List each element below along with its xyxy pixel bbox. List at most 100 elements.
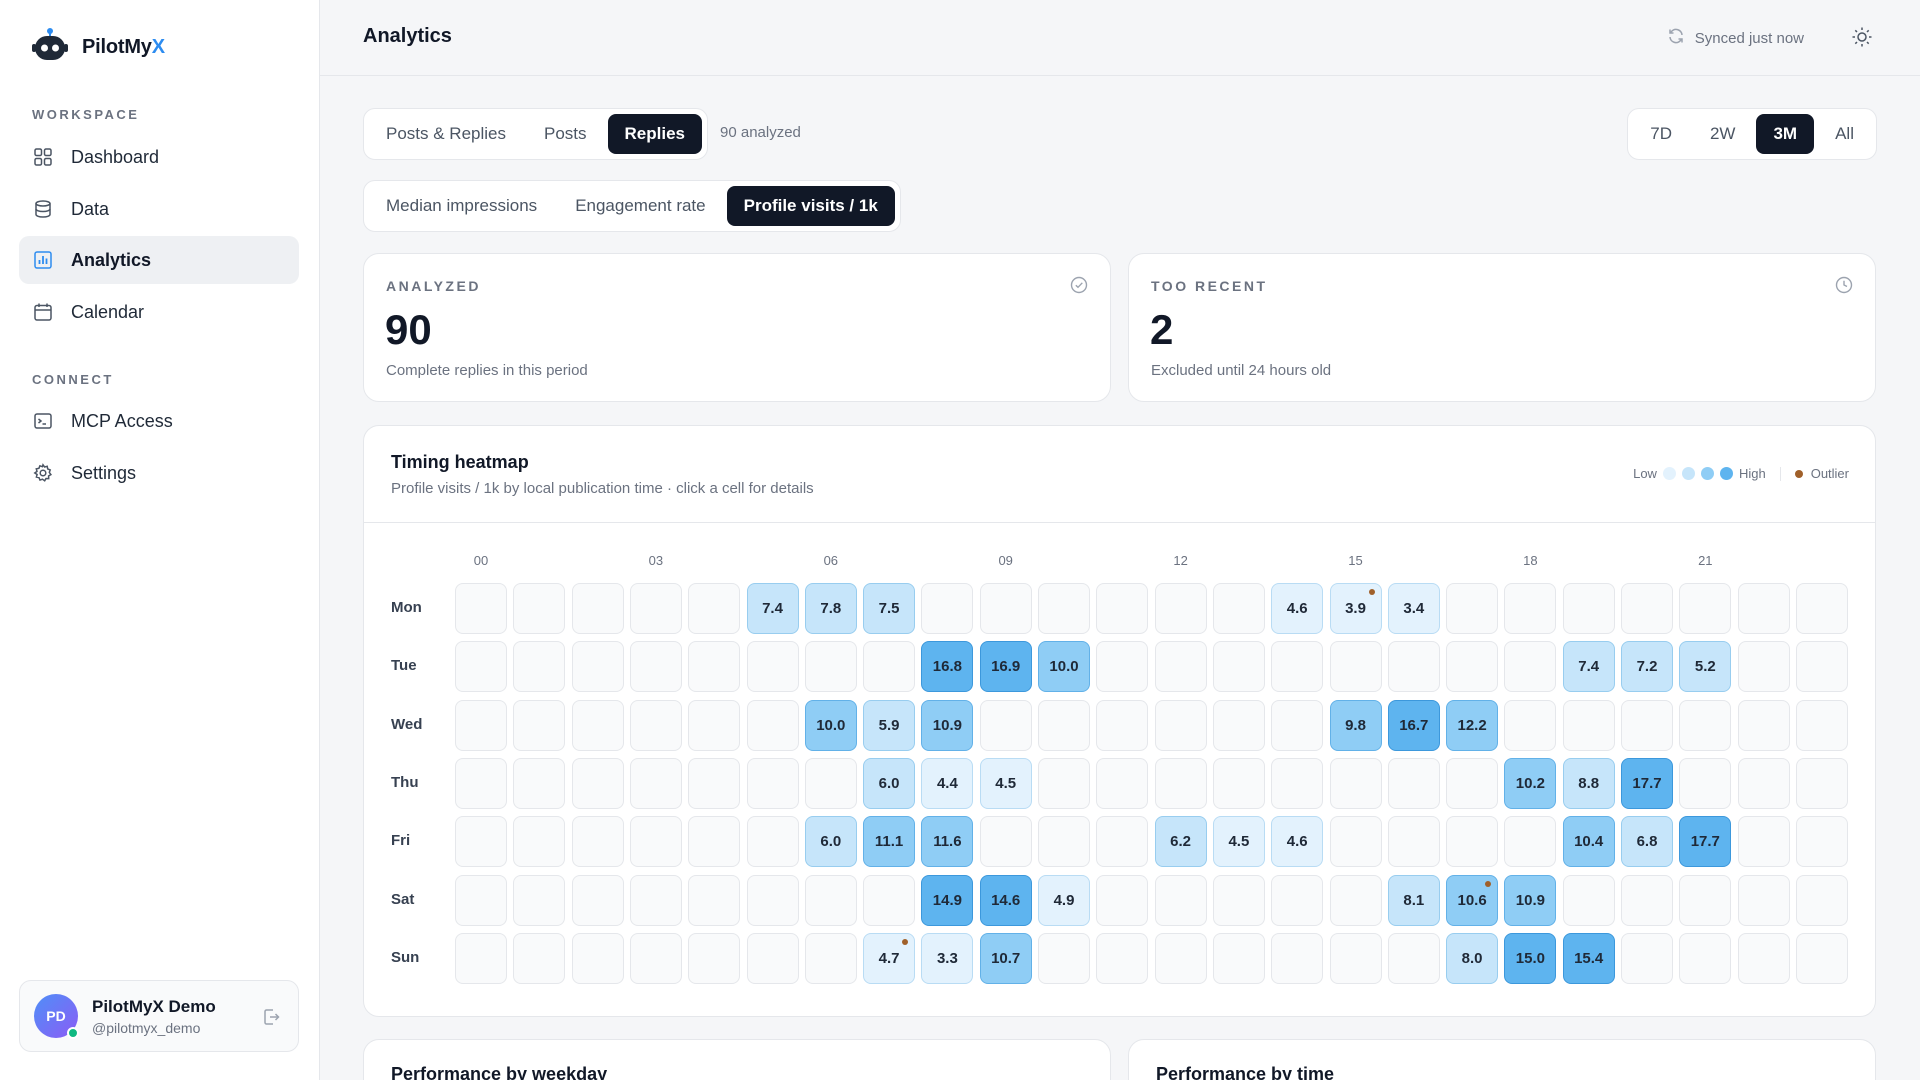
heatmap-cell[interactable] [1795,757,1848,809]
heatmap-cell[interactable] [1504,699,1557,751]
heatmap-cell[interactable] [863,874,916,926]
heatmap-cell[interactable]: 10.7 [979,932,1032,984]
heatmap-cell[interactable]: 12.2 [1446,699,1499,751]
heatmap-cell[interactable] [513,641,566,693]
logout-icon[interactable] [262,1007,282,1032]
heatmap-cell[interactable] [1212,699,1265,751]
heatmap-cell[interactable] [804,757,857,809]
heatmap-cell[interactable] [1621,583,1673,634]
heatmap-cell[interactable]: 10.0 [804,699,857,751]
heatmap-cell[interactable] [1737,816,1790,868]
heatmap-cell[interactable] [455,699,507,751]
heatmap-cell[interactable] [979,816,1032,868]
heatmap-cell[interactable]: 17.7 [1621,757,1673,809]
heatmap-cell[interactable] [1621,874,1673,926]
heatmap-cell[interactable] [804,932,857,984]
heatmap-cell[interactable] [1154,874,1207,926]
heatmap-cell[interactable] [688,757,741,809]
metric-median-impressions[interactable]: Median impressions [369,186,554,226]
heatmap-cell[interactable] [629,816,682,868]
sidebar-item-settings[interactable]: Settings [19,449,299,497]
sidebar-item-calendar[interactable]: Calendar [19,288,299,336]
heatmap-cell[interactable] [1621,932,1673,984]
heatmap-cell[interactable] [455,641,507,693]
heatmap-cell[interactable] [455,932,507,984]
heatmap-cell[interactable] [1679,874,1732,926]
heatmap-cell[interactable] [513,583,566,634]
heatmap-cell[interactable] [1795,932,1848,984]
heatmap-cell[interactable] [1329,641,1382,693]
range-all[interactable]: All [1818,114,1871,154]
heatmap-cell[interactable] [455,816,507,868]
heatmap-cell[interactable]: 11.1 [863,816,916,868]
heatmap-cell[interactable] [1795,874,1848,926]
heatmap-cell[interactable] [1737,699,1790,751]
heatmap-cell[interactable] [1446,757,1499,809]
heatmap-cell[interactable]: 4.9 [1038,874,1090,926]
heatmap-cell[interactable] [1038,932,1090,984]
heatmap-cell[interactable]: 4.4 [921,757,974,809]
heatmap-cell[interactable]: 7.4 [1562,641,1615,693]
heatmap-cell[interactable] [1212,757,1265,809]
heatmap-cell[interactable] [1096,932,1149,984]
heatmap-cell[interactable] [1329,757,1382,809]
range-2w[interactable]: 2W [1693,114,1753,154]
heatmap-cell[interactable] [746,932,799,984]
heatmap-cell[interactable] [571,874,624,926]
user-card[interactable]: PD PilotMyX Demo @pilotmyx_demo [19,980,299,1052]
tab-replies[interactable]: Replies [607,114,703,154]
heatmap-cell[interactable]: 15.0 [1504,932,1557,984]
heatmap-cell[interactable] [688,641,741,693]
heatmap-cell[interactable] [629,757,682,809]
heatmap-cell[interactable]: 7.2 [1621,641,1673,693]
heatmap-cell[interactable] [1562,874,1615,926]
heatmap-cell[interactable] [1737,757,1790,809]
heatmap-cell[interactable]: 16.9 [979,641,1032,693]
sidebar-item-data[interactable]: Data [19,185,299,233]
heatmap-cell[interactable] [863,641,916,693]
heatmap-cell[interactable] [1737,874,1790,926]
heatmap-cell[interactable] [1387,641,1440,693]
heatmap-cell[interactable] [1737,932,1790,984]
heatmap-cell[interactable] [1212,874,1265,926]
heatmap-cell[interactable] [629,699,682,751]
heatmap-cell[interactable] [1387,932,1440,984]
heatmap-cell[interactable] [746,874,799,926]
heatmap-cell[interactable]: 8.1 [1387,874,1440,926]
heatmap-cell[interactable] [1271,757,1324,809]
heatmap-cell[interactable] [1271,932,1324,984]
heatmap-cell[interactable] [513,757,566,809]
heatmap-cell[interactable] [979,699,1032,751]
heatmap-cell[interactable] [1446,641,1499,693]
range-3m[interactable]: 3M [1756,114,1815,154]
heatmap-cell[interactable]: 4.6 [1271,816,1324,868]
heatmap-cell[interactable] [1038,699,1090,751]
heatmap-cell[interactable] [921,583,974,634]
heatmap-cell[interactable] [1271,874,1324,926]
heatmap-cell[interactable]: 5.9 [863,699,916,751]
heatmap-cell[interactable] [1446,816,1499,868]
heatmap-cell[interactable] [455,583,507,634]
heatmap-cell[interactable]: 3.4 [1387,583,1440,634]
heatmap-cell[interactable] [513,932,566,984]
heatmap-cell[interactable] [1504,641,1557,693]
heatmap-cell[interactable]: 10.9 [1504,874,1557,926]
heatmap-cell[interactable] [1212,932,1265,984]
heatmap-cell[interactable] [804,641,857,693]
heatmap-cell[interactable]: 17.7 [1679,816,1732,868]
heatmap-cell[interactable] [979,583,1032,634]
heatmap-cell[interactable] [1096,583,1149,634]
heatmap-cell[interactable] [1329,816,1382,868]
heatmap-cell[interactable]: 3.9 [1329,583,1382,634]
heatmap-cell[interactable]: 6.2 [1154,816,1207,868]
heatmap-cell[interactable] [1679,699,1732,751]
heatmap-cell[interactable]: 7.5 [863,583,916,634]
heatmap-cell[interactable] [1212,641,1265,693]
heatmap-cell[interactable]: 7.8 [804,583,857,634]
heatmap-cell[interactable] [1096,816,1149,868]
heatmap-cell[interactable]: 6.8 [1621,816,1673,868]
heatmap-cell[interactable] [1096,699,1149,751]
heatmap-cell[interactable] [746,757,799,809]
heatmap-cell[interactable]: 10.6 [1446,874,1499,926]
heatmap-cell[interactable] [1737,583,1790,634]
